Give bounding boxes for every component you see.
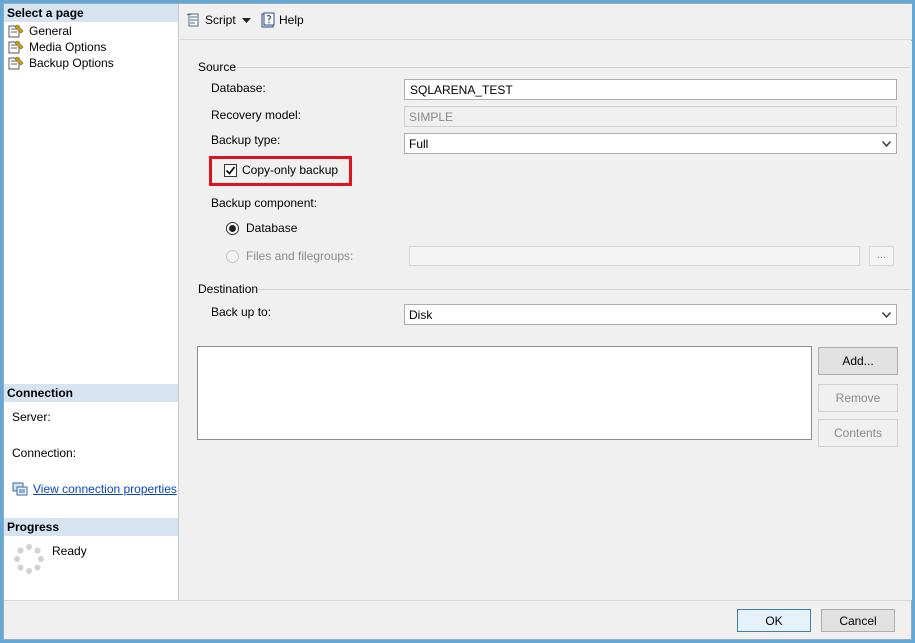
backup-database-dialog: Select a page General Media Options Back… bbox=[3, 3, 912, 640]
page-item-general[interactable]: General bbox=[8, 23, 72, 39]
progress-status: Ready bbox=[52, 544, 87, 558]
view-connection-properties[interactable]: View connection properties bbox=[12, 482, 177, 496]
help-button[interactable]: Help bbox=[260, 12, 304, 28]
back-up-to-select[interactable]: Disk bbox=[404, 304, 897, 325]
remove-destination-button: Remove bbox=[818, 384, 898, 412]
general-page-content: Source Database: SQLARENA_TEST Recovery … bbox=[180, 41, 912, 600]
backup-component-label: Backup component: bbox=[211, 196, 318, 210]
dialog-footer: OK Cancel bbox=[4, 600, 911, 639]
help-label: Help bbox=[279, 13, 304, 27]
component-database-label: Database bbox=[246, 221, 298, 235]
connection-properties-icon bbox=[12, 482, 28, 496]
destination-group-title: Destination bbox=[198, 282, 259, 296]
page-item-label: Media Options bbox=[29, 40, 107, 54]
recovery-model-label: Recovery model: bbox=[211, 108, 302, 122]
page-item-label: Backup Options bbox=[29, 56, 114, 70]
script-button[interactable]: Script bbox=[186, 12, 236, 28]
connection-header: Connection bbox=[4, 384, 178, 402]
script-label: Script bbox=[205, 13, 236, 27]
page-wrench-icon bbox=[8, 24, 24, 38]
server-label: Server: bbox=[12, 410, 51, 424]
script-dropdown-button[interactable] bbox=[242, 18, 251, 24]
ok-button[interactable]: OK bbox=[737, 609, 811, 632]
recovery-model-value: SIMPLE bbox=[409, 110, 454, 124]
destination-divider bbox=[258, 289, 910, 290]
add-destination-button[interactable]: Add... bbox=[818, 347, 898, 375]
source-group-title: Source bbox=[198, 60, 237, 74]
progress-header: Progress bbox=[4, 518, 178, 536]
page-item-label: General bbox=[29, 24, 72, 38]
progress-spinner-icon bbox=[14, 544, 44, 574]
destination-listbox[interactable] bbox=[197, 346, 812, 440]
help-book-icon bbox=[261, 12, 275, 28]
recovery-model-field: SIMPLE bbox=[404, 106, 897, 127]
filegroups-browse-button: ... bbox=[869, 246, 894, 266]
filegroups-textbox bbox=[409, 246, 860, 266]
backup-type-label: Backup type: bbox=[211, 133, 281, 147]
database-value: SQLARENA_TEST bbox=[409, 83, 514, 97]
backup-type-value: Full bbox=[409, 137, 429, 151]
checkbox-box[interactable] bbox=[224, 163, 237, 177]
back-up-to-label: Back up to: bbox=[211, 305, 272, 319]
page-wrench-icon bbox=[8, 40, 24, 54]
left-pane: Select a page General Media Options Back… bbox=[4, 4, 179, 600]
copy-only-backup-checkbox[interactable]: Copy-only backup bbox=[224, 163, 338, 177]
page-wrench-icon bbox=[8, 56, 24, 70]
chevron-down-icon bbox=[882, 312, 891, 318]
chevron-down-icon bbox=[242, 18, 251, 23]
view-connection-properties-link[interactable]: View connection properties bbox=[33, 482, 177, 496]
checkmark-icon bbox=[225, 165, 236, 175]
component-database-radio[interactable]: Database bbox=[226, 221, 297, 235]
script-icon bbox=[186, 13, 199, 27]
backup-type-select[interactable]: Full bbox=[404, 133, 897, 154]
radio-circle[interactable] bbox=[226, 221, 239, 235]
connection-label: Connection: bbox=[12, 446, 77, 460]
radio-circle bbox=[226, 249, 239, 263]
chevron-down-icon bbox=[882, 141, 891, 147]
back-up-to-value: Disk bbox=[409, 308, 433, 322]
component-files-radio: Files and filegroups: bbox=[226, 249, 353, 263]
source-divider bbox=[238, 67, 910, 68]
copy-only-label: Copy-only backup bbox=[242, 163, 339, 177]
cancel-button[interactable]: Cancel bbox=[821, 609, 895, 632]
component-files-label: Files and filegroups: bbox=[246, 249, 354, 263]
contents-button: Contents bbox=[818, 419, 898, 447]
database-select[interactable]: SQLARENA_TEST bbox=[404, 79, 897, 100]
database-label: Database: bbox=[211, 81, 266, 95]
page-item-backup-options[interactable]: Backup Options bbox=[8, 55, 114, 71]
toolbar: Script Help bbox=[180, 4, 912, 40]
select-page-header: Select a page bbox=[4, 4, 178, 22]
page-item-media-options[interactable]: Media Options bbox=[8, 39, 106, 55]
